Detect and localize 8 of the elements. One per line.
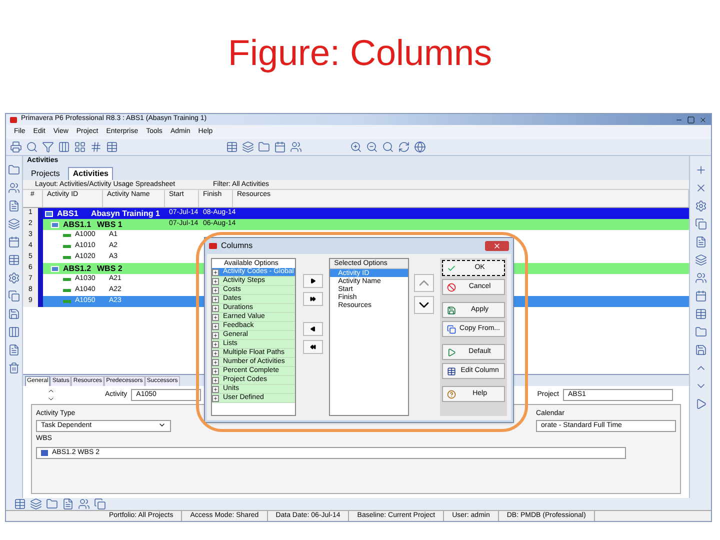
- slide-title: Figure: Columns: [228, 30, 492, 74]
- activity-name: WBS 2: [97, 262, 122, 274]
- activity-id: ABS1.1: [63, 218, 92, 230]
- activity-id: ABS1: [57, 208, 80, 220]
- activity-id: ABS1.2: [63, 262, 92, 274]
- activity-name: WBS 1: [97, 218, 122, 230]
- dialog-title: Columns: [221, 240, 254, 252]
- activity-name: Abasyn Training 1: [91, 208, 160, 220]
